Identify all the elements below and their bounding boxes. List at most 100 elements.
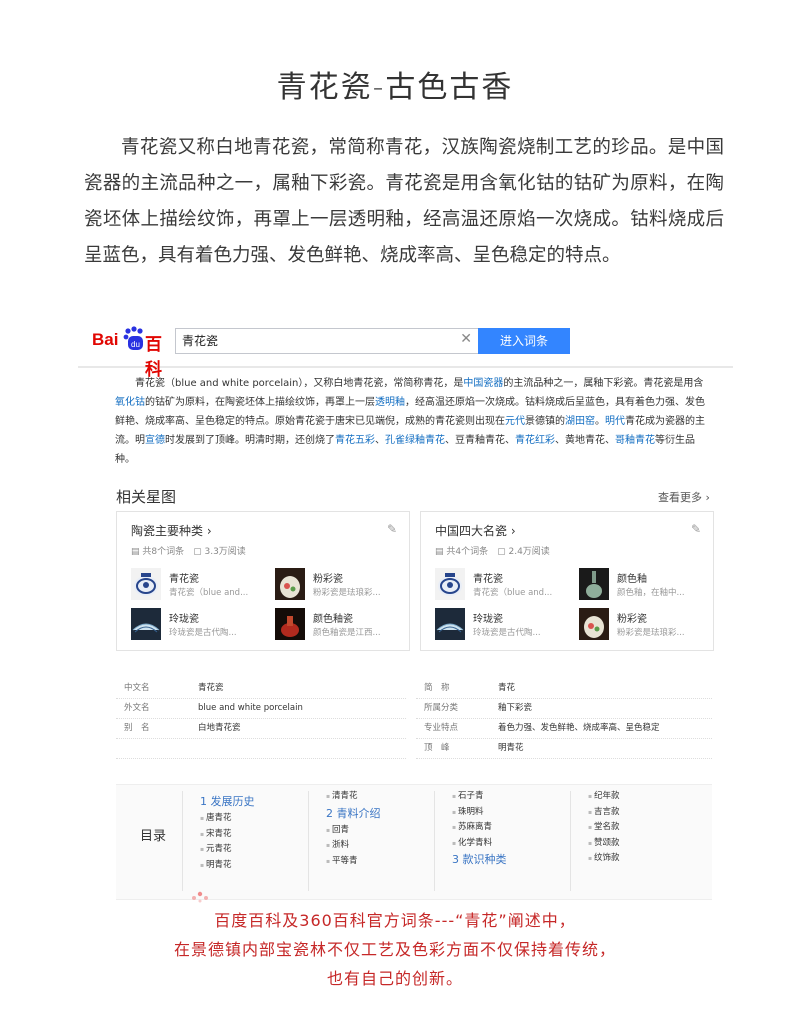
toc-heading[interactable]: 2 青料介绍 <box>326 805 381 821</box>
star-item-name: 玲珑瓷 <box>169 614 199 625</box>
toc-column: 清青花 2 青料介绍 回青 浙料 平等青 <box>326 789 381 869</box>
info-value: 青花瓷 <box>198 683 224 693</box>
star-item[interactable]: 青花瓷 青花瓷（blue and... <box>131 568 261 604</box>
toc-item[interactable]: 纹饰款 <box>588 851 620 867</box>
toc-heading[interactable]: 3 款识种类 <box>452 851 507 867</box>
toc-item[interactable]: 堂名款 <box>588 820 620 836</box>
enter-entry-button[interactable]: 进入词条 <box>478 328 570 354</box>
star-item-desc: 玲珑瓷是古代陶... <box>169 628 237 638</box>
pencil-icon[interactable]: ✎ <box>387 522 397 536</box>
logo-text-du: du <box>131 340 140 349</box>
clear-icon[interactable]: ✕ <box>460 331 472 347</box>
linglong-bowl-thumbnail <box>435 608 465 640</box>
star-item[interactable]: 玲珑瓷 玲珑瓷是古代陶... <box>435 608 565 644</box>
toc-item[interactable]: 明青花 <box>200 858 255 874</box>
toc-column: 1 发展历史 唐青花 宋青花 元青花 明青花 <box>200 793 255 873</box>
star-item-name: 颜色釉瓷 <box>313 614 353 625</box>
info-key: 专业特点 <box>424 723 459 733</box>
summary-text: 、豆青釉青花、 <box>445 435 515 446</box>
star-item[interactable]: 粉彩瓷 粉彩瓷是珐琅彩... <box>579 608 709 644</box>
paw-icon: du <box>123 326 143 350</box>
star-item[interactable]: 颜色釉瓷 颜色釉瓷是江西... <box>275 608 405 644</box>
footer-line: 在景德镇内部宝瓷林不仅工艺及色彩方面不仅保持着传统， <box>173 940 616 959</box>
toc-item[interactable]: 赞颂款 <box>588 836 620 852</box>
toc-divider <box>570 791 571 891</box>
star-item-desc: 青花瓷（blue and... <box>473 588 553 598</box>
summary-text: 、黄地青花、 <box>555 435 615 446</box>
toc-item[interactable]: 回青 <box>326 823 381 839</box>
toc-item[interactable]: 化学青料 <box>452 836 507 852</box>
toc-divider <box>182 791 183 891</box>
summary-text: 青花瓷（blue and white porcelain），又称白地青花瓷，常简… <box>135 378 464 389</box>
toc-item[interactable]: 平等青 <box>326 854 381 870</box>
star-item-name: 青花瓷 <box>473 574 503 585</box>
toc-item[interactable]: 清青花 <box>326 789 381 805</box>
toc-item[interactable]: 宋青花 <box>200 827 255 843</box>
star-item[interactable]: 青花瓷 青花瓷（blue and... <box>435 568 565 604</box>
baike-screenshot: Bai du 百科 ✕ 进入词条 青花瓷（blue and white porc… <box>78 316 733 906</box>
toc-heading[interactable]: 1 发展历史 <box>200 793 255 809</box>
famille-rose-vase-thumbnail <box>275 568 305 600</box>
star-card-title[interactable]: 陶瓷主要种类 › <box>131 522 212 539</box>
pencil-icon[interactable]: ✎ <box>691 522 701 536</box>
info-value: blue and white porcelain <box>198 703 303 713</box>
star-card-meta: ▤ 共8个词条 ▢ 3.3万阅读 <box>131 547 246 557</box>
toc-item[interactable]: 吉言款 <box>588 805 620 821</box>
entry-summary: 青花瓷（blue and white porcelain），又称白地青花瓷，常简… <box>115 374 710 469</box>
star-item[interactable]: 粉彩瓷 粉彩瓷是珐琅彩... <box>275 568 405 604</box>
info-key: 中文名 <box>124 683 150 693</box>
summary-link[interactable]: 孔雀绿釉青花 <box>385 435 445 446</box>
info-value: 明青花 <box>498 743 524 753</box>
decorative-dots-icon <box>192 891 208 903</box>
star-item-name: 粉彩瓷 <box>617 614 647 625</box>
toc-column: 纪年款 吉言款 堂名款 赞颂款 纹饰款 <box>588 789 620 867</box>
info-row: 中文名 青花瓷 <box>116 678 406 699</box>
summary-text: 、 <box>375 435 385 446</box>
star-card-meta: ▤ 共4个词条 ▢ 2.4万阅读 <box>435 547 550 557</box>
info-row-empty <box>116 738 406 759</box>
toc-item[interactable]: 唐青花 <box>200 811 255 827</box>
toc-item[interactable]: 珠明料 <box>452 805 507 821</box>
star-card-title[interactable]: 中国四大名瓷 › <box>435 522 516 539</box>
star-item-desc: 粉彩瓷是珐琅彩... <box>313 588 381 598</box>
summary-text: 时发展到了顶峰。明清时期，还创烧了 <box>165 435 335 446</box>
info-row: 顶 峰 明青花 <box>416 738 712 759</box>
linglong-bowl-thumbnail <box>131 608 161 640</box>
summary-link[interactable]: 元代 <box>505 416 525 427</box>
toc-label: 目录 <box>140 829 167 844</box>
star-item-name: 青花瓷 <box>169 574 199 585</box>
info-row: 所属分类 釉下彩瓷 <box>416 698 712 719</box>
summary-link[interactable]: 青花红彩 <box>515 435 555 446</box>
summary-link[interactable]: 青花五彩 <box>335 435 375 446</box>
info-row: 别 名 白地青花瓷 <box>116 718 406 739</box>
info-key: 外文名 <box>124 703 150 713</box>
toc-item[interactable]: 石子青 <box>452 789 507 805</box>
search-input[interactable] <box>176 329 458 351</box>
toc-item[interactable]: 苏麻离青 <box>452 820 507 836</box>
toc-item[interactable]: 纪年款 <box>588 789 620 805</box>
view-more-link[interactable]: 查看更多 › <box>658 489 710 505</box>
summary-link[interactable]: 氧化钴 <box>115 397 145 408</box>
toc-item[interactable]: 元青花 <box>200 842 255 858</box>
star-item[interactable]: 颜色釉 颜色釉，在釉中... <box>579 568 709 604</box>
summary-link[interactable]: 透明釉 <box>375 397 405 408</box>
info-row: 专业特点 着色力强、发色鲜艳、烧成率高、呈色稳定 <box>416 718 712 739</box>
toc-item[interactable]: 浙料 <box>326 838 381 854</box>
summary-text: 。 <box>595 416 605 427</box>
page-title: 青花瓷-古色古香 <box>276 70 514 105</box>
color-glaze-vase-thumbnail <box>275 608 305 640</box>
summary-text: 的主流品种之一，属釉下彩瓷。青花瓷是用含 <box>503 378 704 389</box>
star-card[interactable]: 中国四大名瓷 › ✎ ▤ 共4个词条 ▢ 2.4万阅读 青花瓷 青花瓷（blue… <box>420 511 714 651</box>
summary-link[interactable]: 宣德 <box>145 435 165 446</box>
star-item[interactable]: 玲珑瓷 玲珑瓷是古代陶... <box>131 608 261 644</box>
summary-link[interactable]: 中国瓷器 <box>463 378 503 389</box>
baidu-baike-logo[interactable]: Bai du 百科 <box>92 326 172 380</box>
footer-note: 百度百科及360百科官方词条---“青花”阐述中， 在景德镇内部宝瓷林不仅工艺及… <box>0 906 790 993</box>
summary-link[interactable]: 明代 <box>605 416 625 427</box>
star-card[interactable]: 陶瓷主要种类 › ✎ ▤ 共8个词条 ▢ 3.3万阅读 青花瓷 青花瓷（blue… <box>116 511 410 651</box>
star-item-desc: 颜色釉瓷是江西... <box>313 628 381 638</box>
logo-text-bai: Bai <box>92 330 119 349</box>
summary-link[interactable]: 湖田窑 <box>565 416 595 427</box>
baike-body: 青花瓷（blue and white porcelain），又称白地青花瓷，常简… <box>78 368 733 906</box>
summary-link[interactable]: 哥釉青花 <box>615 435 655 446</box>
